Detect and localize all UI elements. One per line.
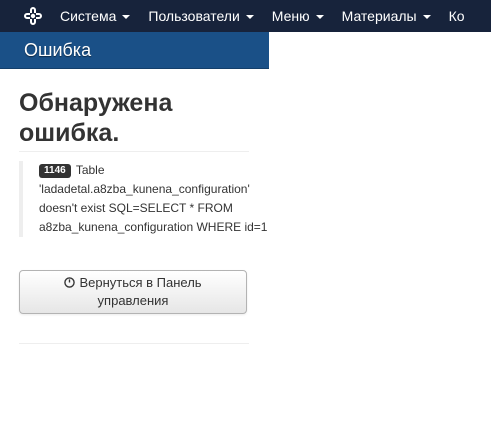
menu-components-label: Ко	[448, 8, 465, 24]
error-code-badge: 1146	[39, 164, 71, 178]
divider	[19, 151, 249, 152]
top-navbar: Система Пользователи Меню Материалы Ко	[0, 0, 491, 32]
menu-content-label: Материалы	[341, 8, 417, 24]
menu-menus-label: Меню	[271, 8, 310, 24]
caret-down-icon	[315, 15, 324, 19]
joomla-logo-icon[interactable]	[22, 5, 44, 27]
divider	[19, 343, 249, 344]
menu-components[interactable]: Ко	[440, 0, 474, 32]
page-title: Ошибка	[24, 40, 92, 60]
error-blockquote: 1146 Table 'ladadetal.a8zba_kunena_confi…	[19, 161, 285, 237]
menu-system[interactable]: Система	[60, 0, 139, 32]
menu-content[interactable]: Материалы	[333, 0, 440, 32]
error-heading: Обнаружена ошибка.	[19, 89, 173, 147]
caret-down-icon	[122, 15, 131, 19]
caret-down-icon	[245, 15, 254, 19]
dashboard-icon	[64, 277, 76, 288]
caret-down-icon	[422, 15, 431, 19]
error-message: Table 'ladadetal.a8zba_kunena_configurat…	[39, 163, 268, 234]
menu-menus[interactable]: Меню	[263, 0, 333, 32]
back-to-control-panel-button[interactable]: Вернуться в Панель управления	[19, 270, 247, 314]
menu-users[interactable]: Пользователи	[139, 0, 262, 32]
page-header: Ошибка	[0, 32, 269, 69]
menu-system-label: Система	[60, 8, 117, 24]
back-button-label: Вернуться в Панель управления	[79, 275, 202, 308]
menu-users-label: Пользователи	[148, 8, 240, 24]
error-content: Обнаружена ошибка.	[19, 88, 249, 154]
